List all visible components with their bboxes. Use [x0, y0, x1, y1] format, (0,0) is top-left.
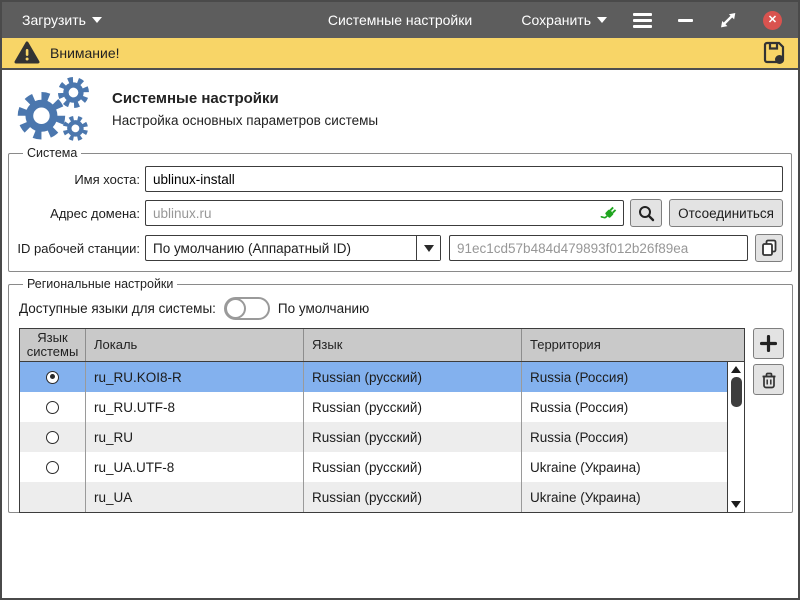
system-language-cell	[20, 482, 86, 512]
system-legend: Система	[23, 146, 81, 160]
locales-table-body: ru_RU.KOI8-RRussian (русский)Russia (Рос…	[20, 362, 744, 512]
territory-cell: Ukraine (Украина)	[522, 482, 744, 512]
column-header: Язык системы	[20, 329, 86, 361]
table-row[interactable]: ru_UA.UTF-8Russian (русский)Ukraine (Укр…	[20, 452, 744, 482]
territory-cell: Russia (Россия)	[522, 392, 744, 422]
system-language-radio[interactable]	[46, 431, 59, 444]
warning-bar: Внимание!	[2, 38, 798, 70]
floppy-icon	[762, 41, 786, 65]
delete-locale-button[interactable]	[753, 364, 784, 395]
system-language-radio[interactable]	[46, 401, 59, 414]
system-language-cell	[20, 362, 86, 392]
copy-id-button[interactable]	[755, 234, 783, 262]
chevron-down-icon	[597, 17, 607, 23]
hardware-id-field	[449, 235, 748, 261]
add-locale-button[interactable]	[753, 328, 784, 359]
system-language-radio[interactable]	[46, 371, 59, 384]
locales-table-header: Язык системыЛокальЯзыкТерритория	[20, 329, 744, 362]
menu-icon[interactable]	[633, 13, 652, 28]
workstation-id-select[interactable]: По умолчанию (Аппаратный ID)	[145, 235, 441, 261]
territory-cell: Russia (Россия)	[522, 362, 744, 392]
load-menu-button[interactable]: Загрузить	[2, 12, 102, 28]
workstation-id-selected-option: По умолчанию (Аппаратный ID)	[146, 241, 416, 256]
save-menu-label: Сохранить	[521, 12, 591, 28]
regional-section: Региональные настройки Доступные языки д…	[8, 277, 793, 513]
table-row[interactable]: ru_RU.UTF-8Russian (русский)Russia (Росс…	[20, 392, 744, 422]
minimize-icon[interactable]	[678, 19, 693, 22]
locale-cell: ru_RU.KOI8-R	[86, 362, 304, 392]
search-icon	[638, 205, 655, 222]
trash-icon	[761, 371, 777, 389]
table-row[interactable]: ru_UARussian (русский)Ukraine (Украина)	[20, 482, 744, 512]
regional-legend: Региональные настройки	[23, 277, 177, 291]
load-menu-label: Загрузить	[22, 12, 86, 28]
language-cell: Russian (русский)	[304, 362, 522, 392]
gears-icon	[10, 77, 102, 141]
language-cell: Russian (русский)	[304, 422, 522, 452]
maximize-icon[interactable]	[719, 11, 737, 29]
close-icon[interactable]: ✕	[763, 11, 782, 30]
plus-icon	[760, 335, 777, 352]
chevron-down-icon	[416, 236, 440, 260]
titlebar: Загрузить Системные настройки Сохранить …	[2, 2, 798, 38]
toggle-state-label: По умолчанию	[278, 301, 369, 316]
locale-cell: ru_RU.UTF-8	[86, 392, 304, 422]
territory-cell: Ukraine (Украина)	[522, 452, 744, 482]
system-language-cell	[20, 452, 86, 482]
plug-connected-icon	[600, 204, 619, 223]
warning-icon	[14, 41, 40, 65]
save-menu-button[interactable]: Сохранить	[521, 12, 607, 28]
page-subtitle: Настройка основных параметров системы	[112, 113, 378, 128]
scroll-down-icon[interactable]	[731, 501, 741, 508]
language-cell: Russian (русский)	[304, 452, 522, 482]
save-profile-button[interactable]	[762, 41, 786, 65]
scrollbar-thumb[interactable]	[731, 377, 742, 407]
hostname-label: Имя хоста:	[17, 172, 145, 187]
language-cell: Russian (русский)	[304, 482, 522, 512]
copy-icon	[761, 239, 778, 257]
page-header: Системные настройки Настройка основных п…	[2, 70, 798, 146]
chevron-down-icon	[92, 17, 102, 23]
scroll-up-icon[interactable]	[731, 366, 741, 373]
system-language-cell	[20, 392, 86, 422]
workstation-id-label: ID рабочей станции:	[17, 241, 145, 256]
domain-search-button[interactable]	[630, 199, 662, 227]
page-title: Системные настройки	[112, 90, 378, 107]
system-language-radio[interactable]	[46, 461, 59, 474]
locales-table: Язык системыЛокальЯзыкТерритория ru_RU.K…	[19, 328, 745, 513]
table-scrollbar[interactable]	[727, 362, 744, 512]
locale-cell: ru_UA.UTF-8	[86, 452, 304, 482]
column-header: Язык	[304, 329, 522, 361]
locale-cell: ru_UA	[86, 482, 304, 512]
hostname-input[interactable]	[145, 166, 783, 192]
language-cell: Russian (русский)	[304, 392, 522, 422]
table-row[interactable]: ru_RU.KOI8-RRussian (русский)Russia (Рос…	[20, 362, 744, 392]
system-language-cell	[20, 422, 86, 452]
languages-toggle[interactable]	[224, 297, 270, 320]
disconnect-button[interactable]: Отсоединиться	[669, 199, 783, 227]
territory-cell: Russia (Россия)	[522, 422, 744, 452]
domain-label: Адрес домена:	[17, 206, 145, 221]
system-section: Система Имя хоста: Адрес домена: Отсо	[8, 146, 792, 272]
column-header: Территория	[522, 329, 744, 361]
locale-cell: ru_RU	[86, 422, 304, 452]
domain-input[interactable]	[145, 200, 624, 226]
warning-text: Внимание!	[50, 45, 120, 61]
column-header: Локаль	[86, 329, 304, 361]
languages-toggle-label: Доступные языки для системы:	[19, 301, 216, 316]
table-row[interactable]: ru_RURussian (русский)Russia (Россия)	[20, 422, 744, 452]
